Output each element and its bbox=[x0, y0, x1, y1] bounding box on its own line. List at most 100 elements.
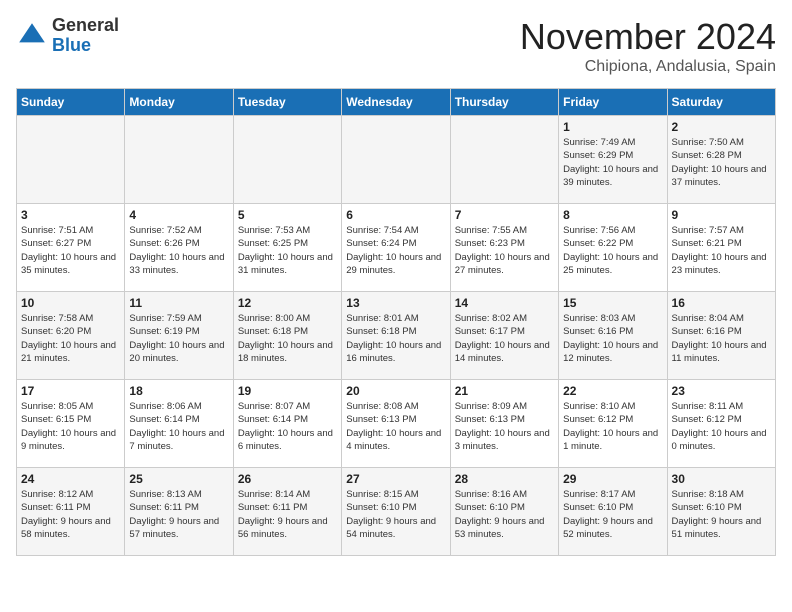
day-number: 4 bbox=[129, 208, 228, 222]
calendar-table: Sunday Monday Tuesday Wednesday Thursday… bbox=[16, 88, 776, 556]
day-number: 8 bbox=[563, 208, 662, 222]
day-info: Sunrise: 8:03 AMSunset: 6:16 PMDaylight:… bbox=[563, 312, 662, 365]
calendar-cell: 1 Sunrise: 7:49 AMSunset: 6:29 PMDaylight… bbox=[559, 116, 667, 204]
calendar-cell: 12 Sunrise: 8:00 AMSunset: 6:18 PMDayligh… bbox=[233, 292, 341, 380]
day-info: Sunrise: 8:04 AMSunset: 6:16 PMDaylight:… bbox=[672, 312, 771, 365]
day-number: 14 bbox=[455, 296, 554, 310]
calendar-cell: 22 Sunrise: 8:10 AMSunset: 6:12 PMDayligh… bbox=[559, 380, 667, 468]
header-row: Sunday Monday Tuesday Wednesday Thursday… bbox=[17, 89, 776, 116]
day-number: 27 bbox=[346, 472, 445, 486]
header: General Blue November 2024 Chipiona, And… bbox=[16, 16, 776, 76]
calendar-cell: 9 Sunrise: 7:57 AMSunset: 6:21 PMDaylight… bbox=[667, 204, 775, 292]
calendar-header: Sunday Monday Tuesday Wednesday Thursday… bbox=[17, 89, 776, 116]
calendar-cell: 15 Sunrise: 8:03 AMSunset: 6:16 PMDayligh… bbox=[559, 292, 667, 380]
day-number: 28 bbox=[455, 472, 554, 486]
day-number: 18 bbox=[129, 384, 228, 398]
calendar-cell: 25 Sunrise: 8:13 AMSunset: 6:11 PMDayligh… bbox=[125, 468, 233, 556]
calendar-week-4: 17 Sunrise: 8:05 AMSunset: 6:15 PMDayligh… bbox=[17, 380, 776, 468]
header-saturday: Saturday bbox=[667, 89, 775, 116]
day-number: 21 bbox=[455, 384, 554, 398]
calendar-week-1: 1 Sunrise: 7:49 AMSunset: 6:29 PMDaylight… bbox=[17, 116, 776, 204]
calendar-cell: 24 Sunrise: 8:12 AMSunset: 6:11 PMDayligh… bbox=[17, 468, 125, 556]
calendar-week-5: 24 Sunrise: 8:12 AMSunset: 6:11 PMDayligh… bbox=[17, 468, 776, 556]
calendar-cell: 17 Sunrise: 8:05 AMSunset: 6:15 PMDayligh… bbox=[17, 380, 125, 468]
day-number: 1 bbox=[563, 120, 662, 134]
calendar-cell: 3Sunrise: 7:51 AMSunset: 6:27 PMDaylight… bbox=[17, 204, 125, 292]
calendar-cell: 20 Sunrise: 8:08 AMSunset: 6:13 PMDayligh… bbox=[342, 380, 450, 468]
day-info: Sunrise: 8:10 AMSunset: 6:12 PMDaylight:… bbox=[563, 400, 662, 453]
calendar-cell bbox=[342, 116, 450, 204]
day-info: Sunrise: 8:12 AMSunset: 6:11 PMDaylight:… bbox=[21, 488, 120, 541]
logo-text: General Blue bbox=[52, 16, 119, 56]
calendar-cell: 8 Sunrise: 7:56 AMSunset: 6:22 PMDaylight… bbox=[559, 204, 667, 292]
day-info: Sunrise: 7:51 AMSunset: 6:27 PMDaylight:… bbox=[21, 224, 120, 277]
calendar-cell: 10Sunrise: 7:58 AMSunset: 6:20 PMDayligh… bbox=[17, 292, 125, 380]
day-number: 15 bbox=[563, 296, 662, 310]
day-info: Sunrise: 8:07 AMSunset: 6:14 PMDaylight:… bbox=[238, 400, 337, 453]
day-number: 6 bbox=[346, 208, 445, 222]
title-area: November 2024 Chipiona, Andalusia, Spain bbox=[520, 16, 776, 76]
day-number: 17 bbox=[21, 384, 120, 398]
day-info: Sunrise: 8:01 AMSunset: 6:18 PMDaylight:… bbox=[346, 312, 445, 365]
day-info: Sunrise: 7:55 AMSunset: 6:23 PMDaylight:… bbox=[455, 224, 554, 277]
day-info: Sunrise: 7:54 AMSunset: 6:24 PMDaylight:… bbox=[346, 224, 445, 277]
calendar-cell: 11 Sunrise: 7:59 AMSunset: 6:19 PMDayligh… bbox=[125, 292, 233, 380]
day-info: Sunrise: 8:13 AMSunset: 6:11 PMDaylight:… bbox=[129, 488, 228, 541]
calendar-cell: 2Sunrise: 7:50 AMSunset: 6:28 PMDaylight… bbox=[667, 116, 775, 204]
day-number: 30 bbox=[672, 472, 771, 486]
header-wednesday: Wednesday bbox=[342, 89, 450, 116]
calendar-cell: 7 Sunrise: 7:55 AMSunset: 6:23 PMDaylight… bbox=[450, 204, 558, 292]
day-info: Sunrise: 8:15 AMSunset: 6:10 PMDaylight:… bbox=[346, 488, 445, 541]
header-sunday: Sunday bbox=[17, 89, 125, 116]
day-info: Sunrise: 8:00 AMSunset: 6:18 PMDaylight:… bbox=[238, 312, 337, 365]
calendar-cell: 29Sunrise: 8:17 AMSunset: 6:10 PMDayligh… bbox=[559, 468, 667, 556]
day-number: 26 bbox=[238, 472, 337, 486]
header-friday: Friday bbox=[559, 89, 667, 116]
day-number: 2 bbox=[672, 120, 771, 134]
day-info: Sunrise: 8:16 AMSunset: 6:10 PMDaylight:… bbox=[455, 488, 554, 541]
day-info: Sunrise: 7:56 AMSunset: 6:22 PMDaylight:… bbox=[563, 224, 662, 277]
day-info: Sunrise: 8:08 AMSunset: 6:13 PMDaylight:… bbox=[346, 400, 445, 453]
day-number: 29 bbox=[563, 472, 662, 486]
day-number: 16 bbox=[672, 296, 771, 310]
calendar-cell: 23Sunrise: 8:11 AMSunset: 6:12 PMDayligh… bbox=[667, 380, 775, 468]
logo-general: General bbox=[52, 16, 119, 36]
calendar-cell bbox=[125, 116, 233, 204]
calendar-week-3: 10Sunrise: 7:58 AMSunset: 6:20 PMDayligh… bbox=[17, 292, 776, 380]
calendar-cell: 16 Sunrise: 8:04 AMSunset: 6:16 PMDayligh… bbox=[667, 292, 775, 380]
calendar-cell: 6 Sunrise: 7:54 AMSunset: 6:24 PMDaylight… bbox=[342, 204, 450, 292]
day-number: 7 bbox=[455, 208, 554, 222]
day-info: Sunrise: 8:02 AMSunset: 6:17 PMDaylight:… bbox=[455, 312, 554, 365]
day-number: 10 bbox=[21, 296, 120, 310]
calendar-cell: 14 Sunrise: 8:02 AMSunset: 6:17 PMDayligh… bbox=[450, 292, 558, 380]
calendar-cell bbox=[450, 116, 558, 204]
calendar-cell: 26 Sunrise: 8:14 AMSunset: 6:11 PMDayligh… bbox=[233, 468, 341, 556]
logo: General Blue bbox=[16, 16, 119, 56]
day-number: 22 bbox=[563, 384, 662, 398]
header-thursday: Thursday bbox=[450, 89, 558, 116]
calendar-cell: 5 Sunrise: 7:53 AMSunset: 6:25 PMDaylight… bbox=[233, 204, 341, 292]
day-number: 24 bbox=[21, 472, 120, 486]
subtitle: Chipiona, Andalusia, Spain bbox=[520, 58, 776, 76]
day-number: 9 bbox=[672, 208, 771, 222]
calendar-body: 1 Sunrise: 7:49 AMSunset: 6:29 PMDaylight… bbox=[17, 116, 776, 556]
day-info: Sunrise: 7:52 AMSunset: 6:26 PMDaylight:… bbox=[129, 224, 228, 277]
day-number: 19 bbox=[238, 384, 337, 398]
day-info: Sunrise: 8:05 AMSunset: 6:15 PMDaylight:… bbox=[21, 400, 120, 453]
calendar-cell: 28 Sunrise: 8:16 AMSunset: 6:10 PMDayligh… bbox=[450, 468, 558, 556]
day-number: 5 bbox=[238, 208, 337, 222]
day-info: Sunrise: 8:18 AMSunset: 6:10 PMDaylight:… bbox=[672, 488, 771, 541]
day-number: 20 bbox=[346, 384, 445, 398]
calendar-cell: 18Sunrise: 8:06 AMSunset: 6:14 PMDayligh… bbox=[125, 380, 233, 468]
day-info: Sunrise: 8:14 AMSunset: 6:11 PMDaylight:… bbox=[238, 488, 337, 541]
day-number: 25 bbox=[129, 472, 228, 486]
day-info: Sunrise: 7:59 AMSunset: 6:19 PMDaylight:… bbox=[129, 312, 228, 365]
day-number: 13 bbox=[346, 296, 445, 310]
day-number: 11 bbox=[129, 296, 228, 310]
calendar-cell: 30 Sunrise: 8:18 AMSunset: 6:10 PMDayligh… bbox=[667, 468, 775, 556]
day-number: 12 bbox=[238, 296, 337, 310]
day-info: Sunrise: 7:57 AMSunset: 6:21 PMDaylight:… bbox=[672, 224, 771, 277]
day-info: Sunrise: 7:53 AMSunset: 6:25 PMDaylight:… bbox=[238, 224, 337, 277]
day-info: Sunrise: 8:09 AMSunset: 6:13 PMDaylight:… bbox=[455, 400, 554, 453]
day-info: Sunrise: 7:49 AMSunset: 6:29 PMDaylight:… bbox=[563, 136, 662, 189]
